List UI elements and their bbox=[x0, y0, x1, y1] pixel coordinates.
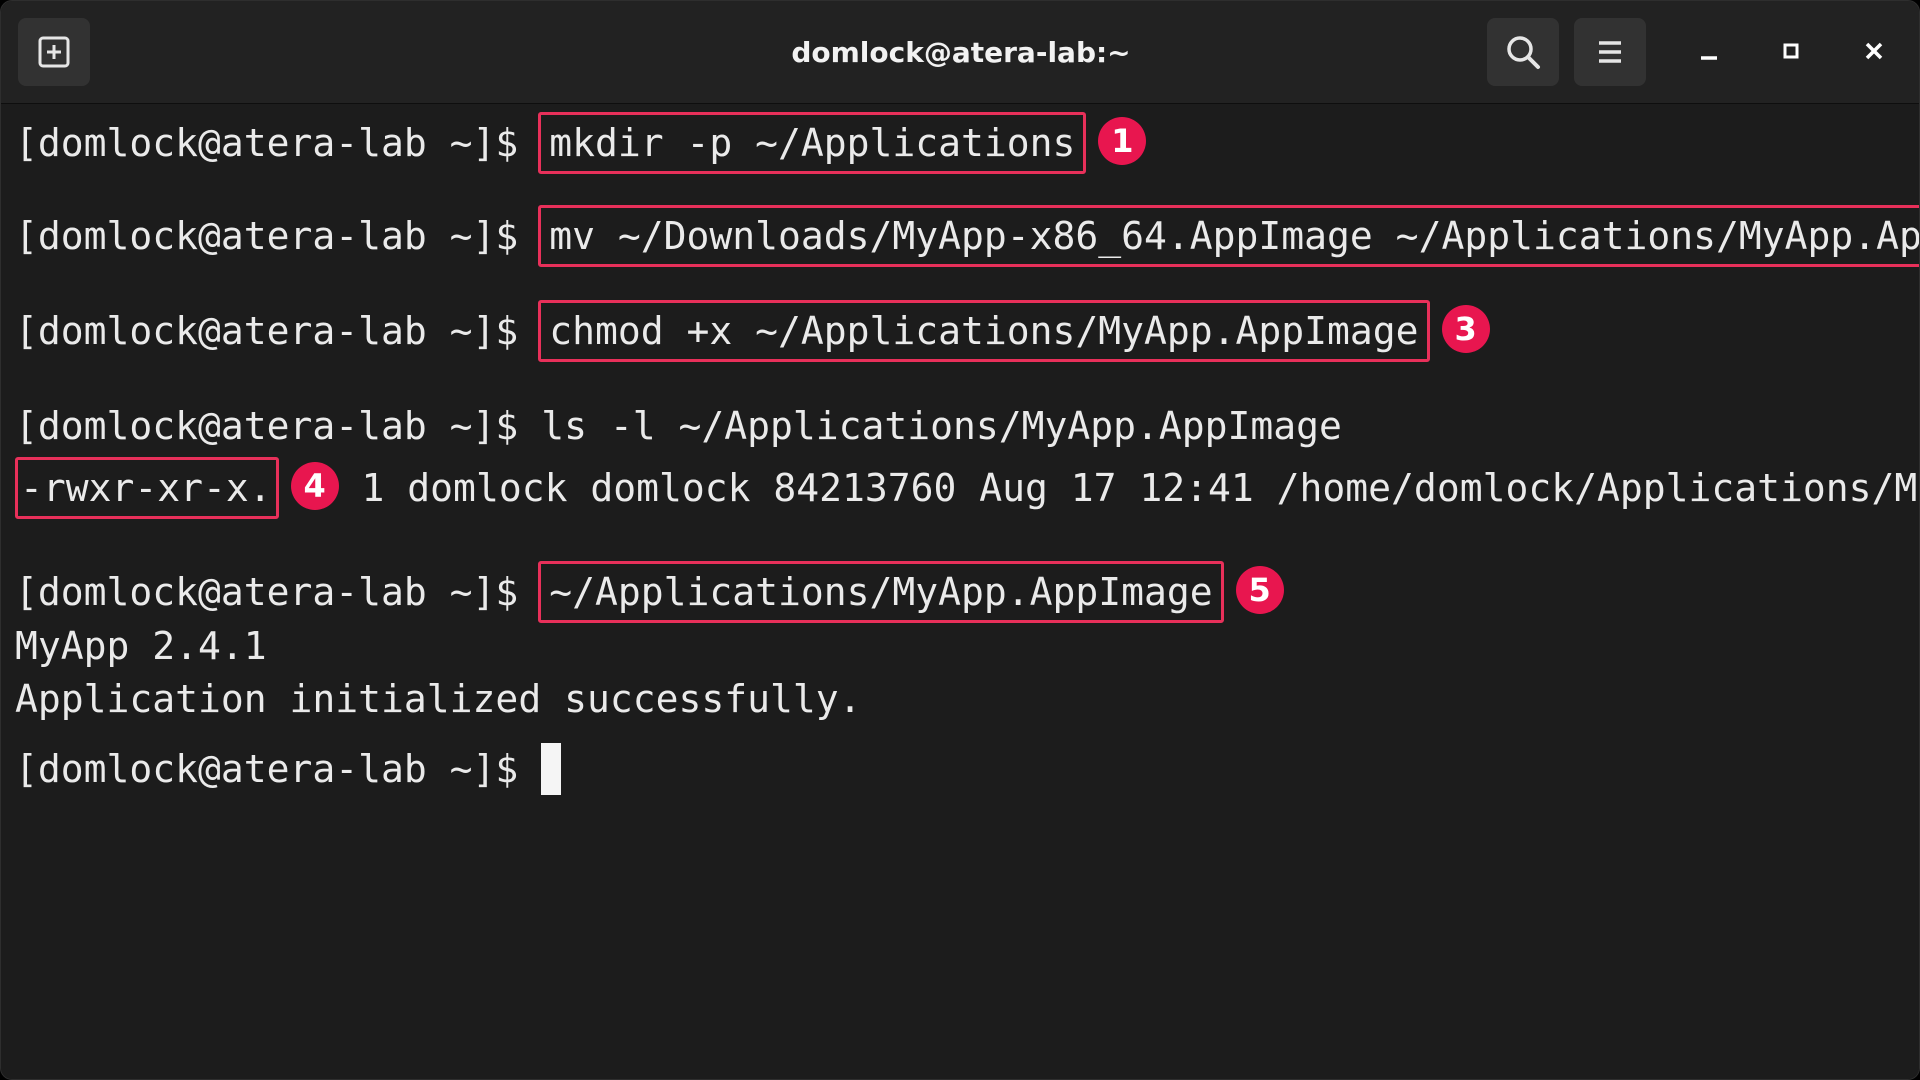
terminal-line: [domlock@atera-lab ~]$ ~/Applications/My… bbox=[15, 561, 1284, 623]
terminal-line: [domlock@atera-lab ~]$ bbox=[15, 743, 562, 795]
search-icon bbox=[1507, 36, 1540, 69]
search-button[interactable] bbox=[1487, 18, 1559, 86]
highlighted-command: chmod +x ~/Applications/MyApp.AppImage bbox=[538, 300, 1430, 362]
new-tab-icon bbox=[38, 36, 70, 68]
menu-button[interactable] bbox=[1574, 18, 1646, 86]
terminal-line: -rwxr-xr-x. 4 1 domlock domlock 84213760 … bbox=[15, 457, 1919, 519]
terminal-line: [domlock@atera-lab ~]$ mkdir -p ~/Applic… bbox=[15, 112, 1147, 174]
command-output: 1 domlock domlock 84213760 Aug 17 12:41 … bbox=[361, 466, 1919, 510]
highlighted-command: ~/Applications/MyApp.AppImage bbox=[538, 561, 1224, 623]
close-icon bbox=[1865, 42, 1883, 60]
hamburger-menu-icon bbox=[1599, 41, 1621, 63]
terminal-area[interactable]: [domlock@atera-lab ~]$ mkdir -p ~/Applic… bbox=[1, 104, 1919, 1079]
text-cursor bbox=[541, 743, 562, 795]
command-text: ls -l ~/Applications/MyApp.AppImage bbox=[541, 404, 1342, 448]
step-badge: 4 bbox=[290, 462, 339, 510]
step-badge: 3 bbox=[1441, 305, 1490, 353]
shell-prompt: [domlock@atera-lab ~]$ bbox=[15, 570, 542, 614]
shell-prompt: [domlock@atera-lab ~]$ bbox=[15, 121, 542, 165]
minimize-icon bbox=[1701, 56, 1717, 60]
shell-prompt: [domlock@atera-lab ~]$ bbox=[15, 747, 542, 791]
highlighted-command: mkdir -p ~/Applications bbox=[538, 112, 1087, 174]
terminal-window: domlock@atera-lab:~ [domlock@atera-lab ~… bbox=[0, 0, 1920, 1080]
shell-prompt: [domlock@atera-lab ~]$ bbox=[15, 404, 542, 448]
shell-prompt: [domlock@atera-lab ~]$ bbox=[15, 214, 542, 258]
title-bar: domlock@atera-lab:~ bbox=[1, 1, 1919, 104]
maximize-icon bbox=[1783, 43, 1799, 59]
new-tab-button[interactable] bbox=[18, 18, 90, 86]
maximize-button[interactable] bbox=[1763, 23, 1819, 79]
highlighted-permissions: -rwxr-xr-x. bbox=[15, 457, 279, 519]
close-button[interactable] bbox=[1846, 23, 1902, 79]
step-badge: 5 bbox=[1235, 566, 1284, 614]
command-output: Application initialized successfully. bbox=[15, 677, 862, 721]
command-output: MyApp 2.4.1 bbox=[15, 624, 267, 668]
terminal-line: [domlock@atera-lab ~]$ chmod +x ~/Applic… bbox=[15, 300, 1490, 362]
minimize-button[interactable] bbox=[1681, 23, 1737, 79]
terminal-line: [domlock@atera-lab ~]$ mv ~/Downloads/My… bbox=[15, 205, 1919, 267]
terminal-line: [domlock@atera-lab ~]$ ls -l ~/Applicati… bbox=[15, 404, 1342, 448]
step-badge: 1 bbox=[1098, 117, 1147, 165]
highlighted-command: mv ~/Downloads/MyApp-x86_64.AppImage ~/A… bbox=[538, 205, 1919, 267]
shell-prompt: [domlock@atera-lab ~]$ bbox=[15, 309, 542, 353]
